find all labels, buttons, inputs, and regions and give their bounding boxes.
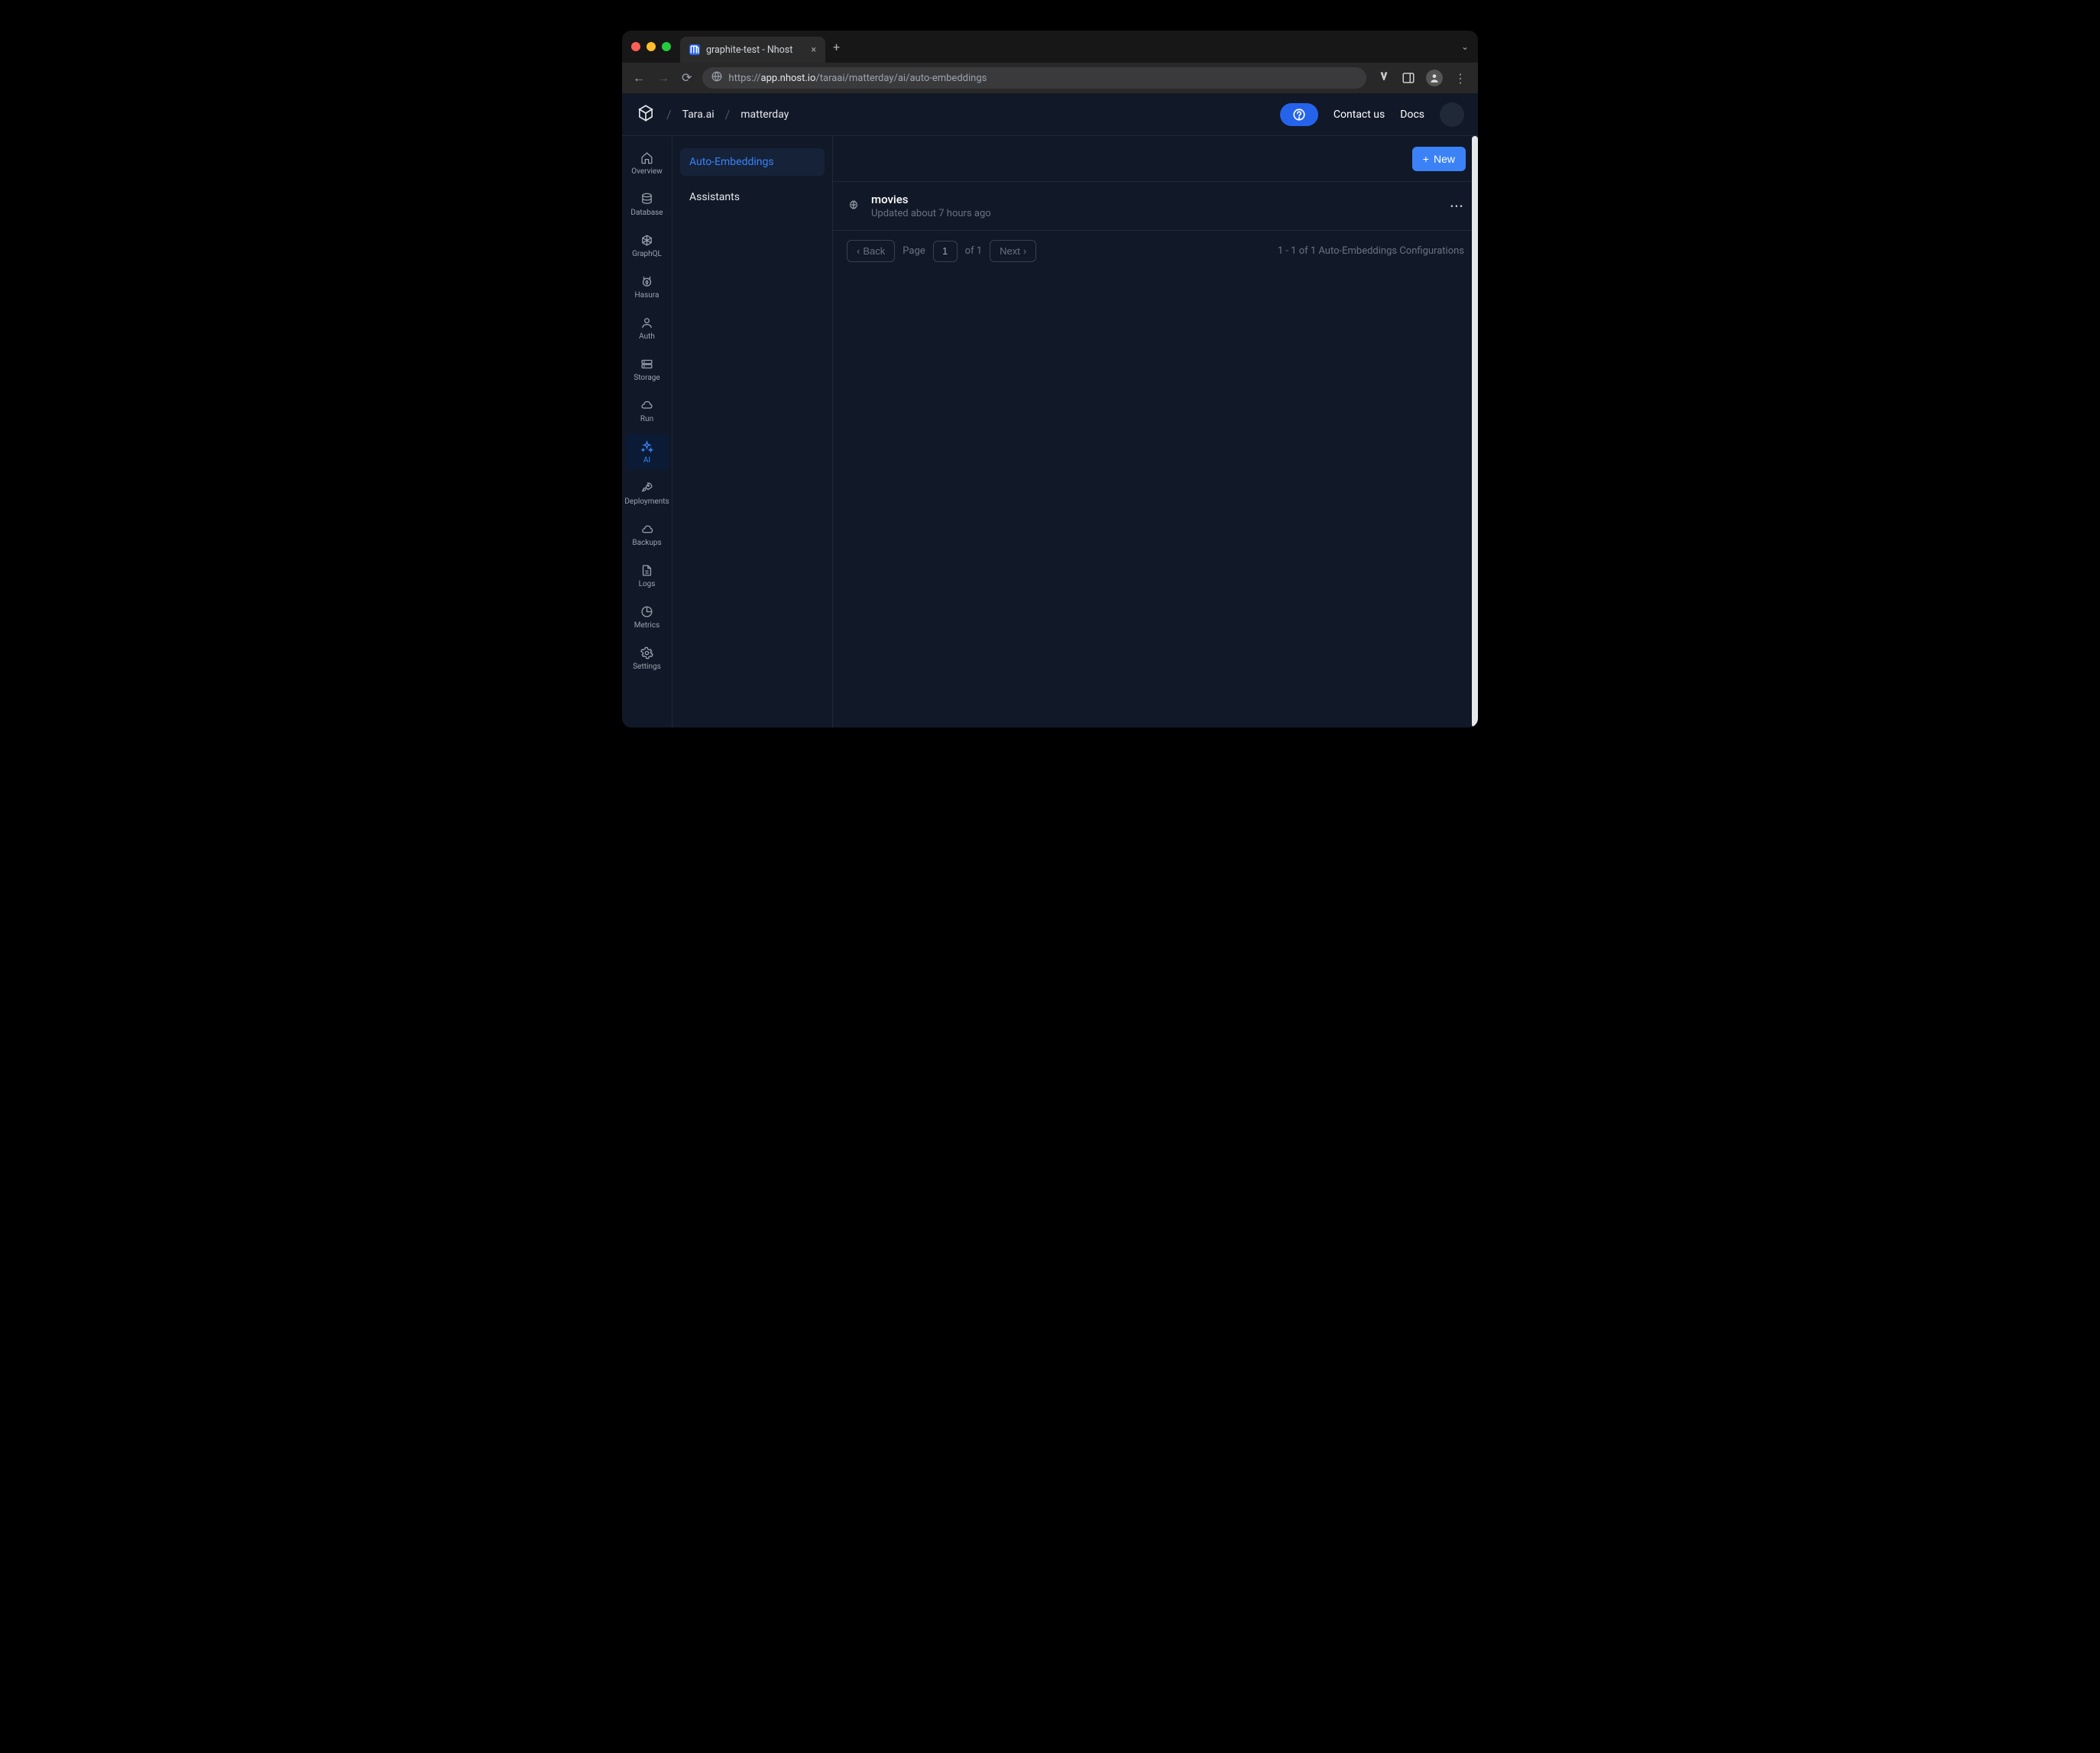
profile-icon[interactable]: [1426, 70, 1443, 86]
chevron-right-icon: ›: [1023, 245, 1026, 257]
sidenav-metrics[interactable]: Metrics: [626, 599, 669, 634]
sidenav-run[interactable]: Run: [626, 393, 669, 428]
sidenav-database[interactable]: Database: [626, 186, 669, 222]
site-info-icon[interactable]: [711, 71, 722, 85]
item-title: movies: [871, 193, 991, 206]
sidenav-label: Storage: [634, 374, 659, 382]
embedding-list-item[interactable]: movies Updated about 7 hours ago •••: [833, 182, 1478, 231]
contact-link[interactable]: Contact us: [1334, 109, 1385, 121]
panel-icon[interactable]: [1402, 71, 1415, 85]
docs-link[interactable]: Docs: [1400, 109, 1424, 121]
sidenav-label: Backups: [632, 539, 661, 547]
app-body: Overview Database GraphQL Hasura Auth: [622, 136, 1478, 727]
tab-title: graphite-test - Nhost: [706, 44, 792, 56]
plus-icon: +: [1423, 153, 1429, 165]
sidenav-label: Logs: [639, 580, 656, 588]
sidenav-label: Database: [630, 209, 663, 217]
page-label: Page: [903, 245, 925, 257]
breadcrumb-separator: /: [725, 107, 731, 122]
pagination-next-button[interactable]: Next ›: [990, 240, 1036, 262]
browser-menu-icon[interactable]: ⋮: [1453, 71, 1467, 85]
sidenav-label: AI: [643, 456, 650, 465]
breadcrumb-separator: /: [666, 107, 672, 122]
sidenav-auth[interactable]: Auth: [626, 310, 669, 345]
url-bar[interactable]: https://app.nhost.io/taraai/matterday/ai…: [702, 67, 1366, 89]
subnav: Auto-Embeddings Assistants: [672, 136, 833, 727]
sidenav-hasura[interactable]: Hasura: [626, 269, 669, 304]
sidenav-label: Metrics: [634, 621, 660, 630]
content-header: + New: [833, 136, 1478, 182]
sidenav-storage[interactable]: Storage: [626, 352, 669, 387]
new-button[interactable]: + New: [1412, 147, 1466, 171]
forward-icon[interactable]: →: [657, 70, 669, 86]
browser-window: graphite-test - Nhost × + ⌄ ← → ⟳ https:…: [622, 31, 1478, 727]
sidenav-label: Run: [640, 415, 653, 423]
sidenav-ai[interactable]: AI: [626, 434, 669, 469]
titlebar: graphite-test - Nhost × + ⌄: [622, 31, 1478, 63]
sidenav-backups[interactable]: Backups: [626, 517, 669, 552]
extension-icon[interactable]: [1377, 71, 1391, 85]
sidenav-overview[interactable]: Overview: [626, 145, 669, 180]
traffic-lights: [631, 42, 671, 51]
breadcrumb-org[interactable]: Tara.ai: [682, 109, 715, 121]
sidenav-label: Settings: [633, 663, 661, 671]
app-header: / Tara.ai / matterday Contact us Docs: [622, 93, 1478, 136]
item-menu-icon[interactable]: •••: [1450, 201, 1464, 212]
pagination-status: 1 - 1 of 1 Auto-Embeddings Configuration…: [1278, 245, 1464, 257]
chevron-left-icon: ‹: [857, 245, 860, 257]
sidenav-label: Hasura: [635, 291, 659, 300]
sidenav-deployments[interactable]: Deployments: [626, 475, 669, 510]
close-tab-icon[interactable]: ×: [811, 44, 816, 56]
sidenav-label: Overview: [631, 167, 663, 176]
reload-icon[interactable]: ⟳: [682, 70, 692, 86]
user-avatar[interactable]: [1440, 102, 1464, 127]
new-button-label: New: [1434, 153, 1455, 165]
breadcrumb-project[interactable]: matterday: [741, 109, 789, 121]
new-tab-button[interactable]: +: [833, 40, 840, 54]
sidenav-label: Auth: [639, 332, 655, 341]
url-text: https://app.nhost.io/taraai/matterday/ai…: [728, 73, 987, 84]
browser-tab[interactable]: graphite-test - Nhost ×: [680, 37, 825, 63]
feedback-button[interactable]: [1280, 103, 1318, 126]
page-input[interactable]: [933, 241, 958, 262]
tabs-menu-icon[interactable]: ⌄: [1461, 41, 1469, 52]
item-subtitle: Updated about 7 hours ago: [871, 208, 991, 219]
close-window[interactable]: [631, 42, 640, 51]
subnav-assistants[interactable]: Assistants: [680, 183, 825, 211]
nhost-logo-icon[interactable]: [636, 103, 656, 126]
app: / Tara.ai / matterday Contact us Docs Ov…: [622, 93, 1478, 727]
content: + New movies Updated about 7 hours ago •…: [833, 136, 1478, 727]
embedding-icon: [847, 198, 860, 215]
sidenav-label: GraphQL: [632, 250, 662, 258]
sidenav-settings[interactable]: Settings: [626, 640, 669, 676]
maximize-window[interactable]: [662, 42, 671, 51]
sidenav-graphql[interactable]: GraphQL: [626, 228, 669, 263]
sidenav-label: Deployments: [624, 497, 669, 506]
scrollbar[interactable]: [1472, 136, 1478, 727]
tab-favicon-icon: [689, 44, 700, 55]
browser-toolbar: ← → ⟳ https://app.nhost.io/taraai/matter…: [622, 63, 1478, 93]
sidenav: Overview Database GraphQL Hasura Auth: [622, 136, 672, 727]
pagination-back-button[interactable]: ‹ Back: [847, 240, 895, 262]
pagination: ‹ Back Page of 1 Next › 1 - 1 of 1 Auto-…: [833, 231, 1478, 271]
subnav-auto-embeddings[interactable]: Auto-Embeddings: [680, 148, 825, 176]
sidenav-logs[interactable]: Logs: [626, 558, 669, 593]
back-icon[interactable]: ←: [633, 70, 645, 86]
page-of-label: of 1: [965, 245, 982, 257]
minimize-window[interactable]: [647, 42, 656, 51]
